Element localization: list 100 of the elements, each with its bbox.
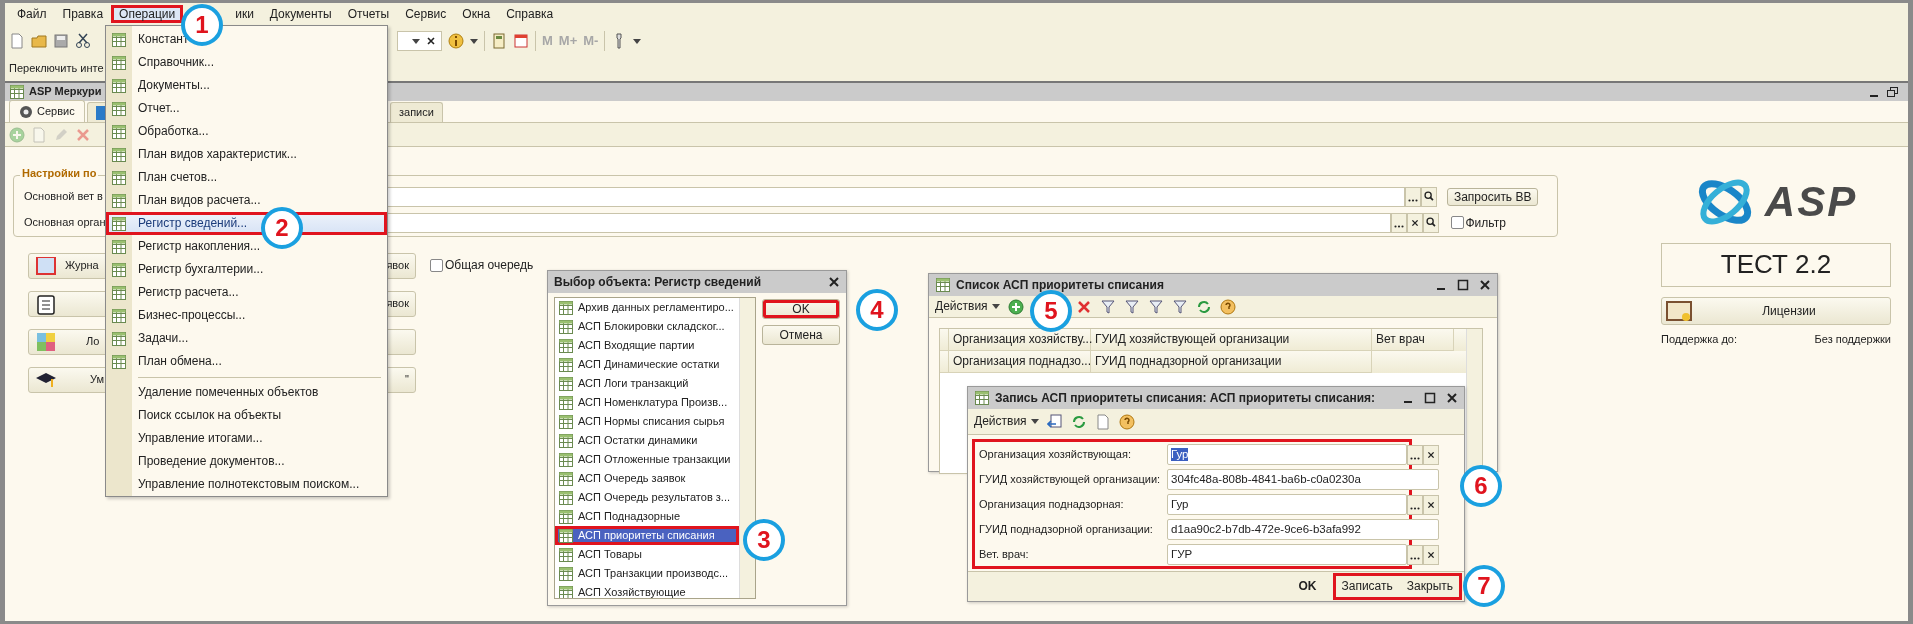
menu-item[interactable]: Управление полнотекстовым поиском... — [106, 473, 387, 496]
tab[interactable]: записи — [390, 102, 443, 122]
table-icon — [111, 307, 127, 324]
menu-item[interactable]: Справка — [498, 4, 562, 24]
filter-icon[interactable] — [1171, 298, 1188, 315]
input-field[interactable]: 304fc48a-808b-4841-ba6b-c0a0230a — [1167, 469, 1439, 490]
filter-icon[interactable] — [1099, 298, 1116, 315]
list-item[interactable]: АСП Транзакции производс... — [555, 564, 739, 583]
menu-item[interactable]: Документы — [261, 4, 340, 24]
clear-icon[interactable] — [1423, 544, 1439, 565]
checkbox[interactable] — [430, 258, 443, 272]
toolbar-combo-field[interactable] — [397, 31, 442, 51]
scrollbar[interactable] — [739, 298, 755, 598]
calculator-icon[interactable] — [491, 33, 507, 49]
refresh-icon[interactable] — [1070, 413, 1087, 430]
menu-item[interactable]: ики — [227, 4, 262, 24]
actions-menu[interactable]: Действия — [935, 299, 1000, 314]
clear-icon[interactable] — [1423, 494, 1439, 515]
close-icon[interactable] — [828, 276, 840, 288]
list-item[interactable]: АСП Динамические остатки — [555, 355, 739, 374]
save-button[interactable]: Записать — [1335, 576, 1399, 597]
request-button[interactable]: Запросить ВВ — [1446, 187, 1539, 207]
list-item[interactable]: АСП Нормы списания сырья — [555, 412, 739, 431]
list-item[interactable]: АСП приоритеты списания — [555, 526, 739, 545]
list-item[interactable]: АСП Отложенные транзакции — [555, 450, 739, 469]
maximize-icon[interactable] — [1457, 279, 1469, 291]
menu-item[interactable]: Бизнес-процессы... — [106, 304, 387, 327]
help-icon[interactable] — [1219, 298, 1236, 315]
menu-item[interactable]: Удаление помеченных объектов — [106, 381, 387, 404]
cancel-button[interactable]: Отмена — [762, 325, 840, 345]
info-icon[interactable] — [448, 33, 464, 49]
menu-item[interactable]: Документы... — [106, 74, 387, 97]
refresh-icon[interactable] — [1195, 298, 1212, 315]
field-label: ГУИД хозяйствующей организации: — [979, 472, 1162, 487]
list-item[interactable]: АСП Очередь заявок — [555, 469, 739, 488]
list-item[interactable]: Архив данных регламентиро... — [555, 298, 739, 317]
menu-item[interactable]: Отчет... — [106, 97, 387, 120]
menu-item[interactable]: Сервис — [397, 4, 455, 24]
menu-item[interactable]: План видов характеристик... — [106, 143, 387, 166]
menu-item[interactable]: План счетов... — [106, 166, 387, 189]
step-marker: 7 — [1463, 565, 1505, 607]
switch-interface-label[interactable]: Переключить инте — [9, 62, 104, 76]
menu-item[interactable]: Поиск ссылок на объекты — [106, 404, 387, 427]
menu-item[interactable]: Задачи... — [106, 327, 387, 350]
calendar-icon[interactable] — [513, 33, 529, 49]
page-icon[interactable] — [9, 33, 25, 49]
column-header[interactable]: ГУИД поднадзорной организации — [1091, 351, 1372, 373]
object-list[interactable] — [554, 297, 756, 599]
menu-item[interactable]: Справочник... — [106, 51, 387, 74]
tab[interactable]: Сервис — [9, 100, 85, 122]
add-icon[interactable] — [1007, 298, 1024, 315]
table-icon — [558, 299, 574, 316]
field-label: Организация хозяйствующая: — [979, 447, 1132, 462]
caret-icon[interactable] — [470, 38, 478, 44]
menu-item[interactable]: Управление итогами... — [106, 427, 387, 450]
delete-icon[interactable] — [1075, 298, 1092, 315]
licenses-button[interactable]: Лицензии — [1661, 297, 1891, 325]
input-field[interactable]: d1aa90c2-b7db-472e-9ce6-b3afa992 — [1167, 519, 1439, 540]
input-field[interactable]: ГУР — [1167, 544, 1407, 565]
menu-item[interactable]: Регистр расчета... — [106, 281, 387, 304]
menu-item[interactable]: Операции — [111, 4, 184, 24]
ok-button[interactable]: OK — [762, 299, 840, 319]
list-item[interactable]: АСП Товары — [555, 545, 739, 564]
list-item[interactable]: АСП Номенклатура Произв... — [555, 393, 739, 412]
ok-button[interactable]: OK — [1292, 576, 1323, 597]
menu-item[interactable]: План обмена... — [106, 350, 387, 373]
list-item[interactable]: АСП Хозяйствующие — [555, 583, 739, 598]
menu-item[interactable]: Проведение документов... — [106, 450, 387, 473]
close-icon[interactable] — [1479, 279, 1491, 291]
maximize-icon[interactable] — [1424, 392, 1436, 404]
scrollbar[interactable] — [1466, 329, 1482, 473]
menu-item[interactable]: Файл — [9, 4, 55, 24]
filter-icon[interactable] — [1123, 298, 1140, 315]
menu-item[interactable]: Обработка... — [106, 120, 387, 143]
arrow-icon[interactable] — [1046, 413, 1063, 430]
actions-menu[interactable]: Действия — [974, 414, 1039, 429]
close-button[interactable]: Закрыть — [1400, 576, 1459, 597]
restore-icon[interactable] — [1886, 86, 1898, 98]
certificate-icon — [1666, 300, 1692, 322]
list-item[interactable]: АСП Остатки динамики — [555, 431, 739, 450]
folder-icon[interactable] — [31, 33, 47, 49]
menu-item[interactable]: Регистр бухгалтерии... — [106, 258, 387, 281]
menu-item[interactable]: Правка — [54, 4, 112, 24]
input-field[interactable]: Гур — [1167, 494, 1407, 515]
menu-item[interactable]: Отчеты — [339, 4, 398, 24]
checkbox[interactable] — [1450, 216, 1464, 230]
input-field[interactable]: Гур — [1167, 444, 1407, 465]
list-item[interactable]: АСП Входящие партии — [555, 336, 739, 355]
filter-icon[interactable] — [1147, 298, 1164, 315]
list-item[interactable]: АСП Очередь результатов з... — [555, 488, 739, 507]
list-item[interactable]: АСП Логи транзакций — [555, 374, 739, 393]
close-icon[interactable] — [1446, 392, 1458, 404]
list-item[interactable]: АСП Поднадзорные — [555, 507, 739, 526]
menu-item[interactable]: Окна — [454, 4, 499, 24]
help-icon[interactable] — [1118, 413, 1135, 430]
caret-icon[interactable] — [633, 38, 642, 44]
list-item[interactable]: АСП Блокировки складског... — [555, 317, 739, 336]
scissors-icon[interactable] — [75, 33, 91, 49]
column-header[interactable]: Организация поднадзо... — [949, 351, 1091, 373]
clear-icon[interactable] — [1423, 444, 1439, 465]
